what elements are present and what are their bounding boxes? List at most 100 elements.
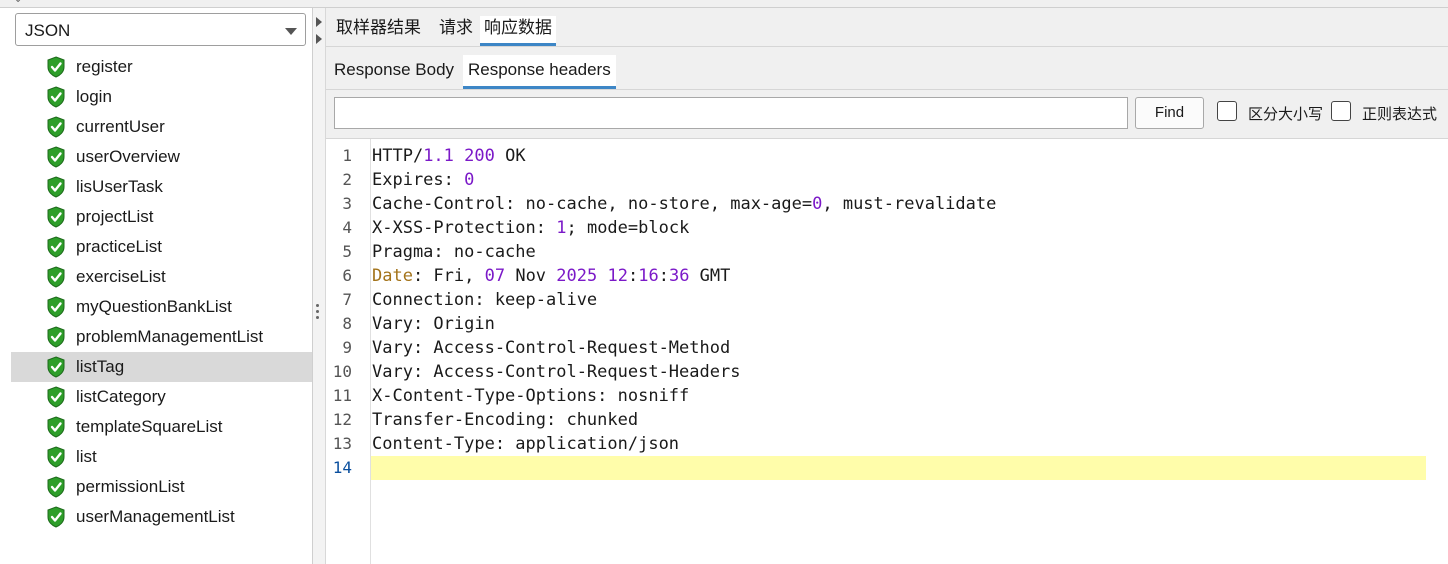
response-panel: 取样器结果 请求 响应数据 Response Body Response hea… [326,8,1448,564]
shield-check-icon [47,506,65,528]
tree-item-label: projectList [76,207,154,226]
line-number: 1 [342,146,352,165]
code-token: 07 [484,266,506,286]
collapse-left-arrow-icon[interactable] [316,34,322,44]
tree-item-label: userManagementList [76,507,235,526]
shield-check-icon [47,386,65,408]
tree-item[interactable]: permissionList [11,472,312,502]
renderer-select[interactable]: JSON [15,13,306,46]
code-token: 2025 [556,266,598,286]
shield-check-icon [47,326,65,348]
tree-item-label: practiceList [76,237,162,256]
code-token: 200 [464,146,495,166]
tree-item[interactable]: templateSquareList [11,412,312,442]
code-token: OK [494,146,526,166]
tree-item[interactable]: userOverview [11,142,312,172]
code-line: X-XSS-Protection: 1; mode=block [372,216,689,240]
code-token: , must-revalidate [822,194,997,214]
tree-item-label: currentUser [76,117,165,136]
code-line: Pragma: no-cache [372,240,536,264]
code-token: X-XSS-Protection: [372,218,557,238]
resize-arrows-icon[interactable]: ⇕ [14,0,22,5]
tree-item[interactable]: projectList [11,202,312,232]
code-token: 0 [464,170,475,190]
case-sensitive-label: 区分大小写 [1248,105,1324,123]
code-line: Expires: 0 [372,168,474,192]
code-token: Expires: [372,170,465,190]
shield-check-icon [47,476,65,498]
code-token: Vary: Access-Control-Request-Method [372,338,731,358]
tree-item-label: userOverview [76,147,180,166]
regex-label: 正则表达式 [1362,105,1438,123]
tree-item[interactable]: listTag [11,352,312,382]
code-token: ; mode=block [566,218,690,238]
tree-item[interactable]: register [11,52,312,82]
code-token: Date [372,266,413,286]
tree-item[interactable]: lisUserTask [11,172,312,202]
code-token: Transfer-Encoding: chunked [372,410,639,430]
shield-check-icon [47,176,65,198]
tree-item[interactable]: list [11,442,312,472]
renderer-select-value: JSON [25,21,71,40]
panel-splitter[interactable] [313,8,326,564]
tree-item[interactable]: practiceList [11,232,312,262]
tree-item-label: listTag [76,357,125,376]
shield-check-icon [47,146,65,168]
line-number: 13 [332,434,352,453]
shield-check-icon [47,416,65,438]
code-line: Vary: Origin [372,312,495,336]
splitter-grip-icon[interactable] [316,304,320,322]
tab-sampler-result[interactable]: 取样器结果 [332,16,425,46]
code-token: Cache-Control: no-cache, no-store, max-a… [372,194,813,214]
regex-checkbox[interactable] [1331,101,1351,121]
code-token: 12 [607,266,628,286]
current-line-highlight [371,456,1426,480]
drag-handle-icon[interactable]: ••• [716,0,744,7]
top-strip: ⇕ ••• [0,0,1448,8]
main-tabs: 取样器结果 请求 响应数据 [326,8,1448,47]
tree-item[interactable]: listCategory [11,382,312,412]
line-number: 6 [342,266,352,285]
code-line: Connection: keep-alive [372,288,597,312]
tree-item[interactable]: login [11,82,312,112]
code-token: Content-Type: application/json [372,434,680,454]
tree-item[interactable]: userManagementList [11,502,312,532]
find-button[interactable]: Find [1135,97,1204,129]
tree-item[interactable]: problemManagementList [11,322,312,352]
line-number: 9 [342,338,352,357]
tab-request[interactable]: 请求 [435,16,477,46]
code-token: 36 [668,266,690,286]
code-line: HTTP/1.1 200 OK [372,144,526,168]
collapse-right-arrow-icon[interactable] [316,17,322,27]
tree-item[interactable]: currentUser [11,112,312,142]
code-token: : [627,266,639,286]
line-number: 14 [332,458,352,477]
tree-item-label: myQuestionBankList [76,297,232,316]
shield-check-icon [47,236,65,258]
code-token: GMT [689,266,731,286]
tree-item-label: list [76,447,97,466]
code-token: Nov [505,266,557,286]
tree-item[interactable]: myQuestionBankList [11,292,312,322]
response-headers-editor[interactable]: 1 HTTP/1.1 200 OK 2 Expires: 0 3 Cache-Contro… [326,139,1448,564]
code-token: HTTP/ [372,146,424,166]
shield-check-icon [47,56,65,78]
code-line: Content-Type: application/json [372,432,679,456]
line-number: 4 [342,218,352,237]
tree-item-label: lisUserTask [76,177,163,196]
tab-response-body[interactable]: Response Body [329,55,459,89]
shield-check-icon [47,356,65,378]
tab-response-headers[interactable]: Response headers [463,55,616,89]
line-number: 7 [342,290,352,309]
case-sensitive-checkbox[interactable] [1217,101,1237,121]
chevron-down-icon[interactable] [285,28,297,35]
code-token: 1 [556,218,567,238]
code-token: 16 [638,266,659,286]
code-token: : Fri, [412,266,485,286]
find-input[interactable] [334,97,1128,129]
tree-item[interactable]: exerciseList [11,262,312,292]
code-line: Vary: Access-Control-Request-Headers [372,360,740,384]
tab-response-data[interactable]: 响应数据 [480,16,556,46]
